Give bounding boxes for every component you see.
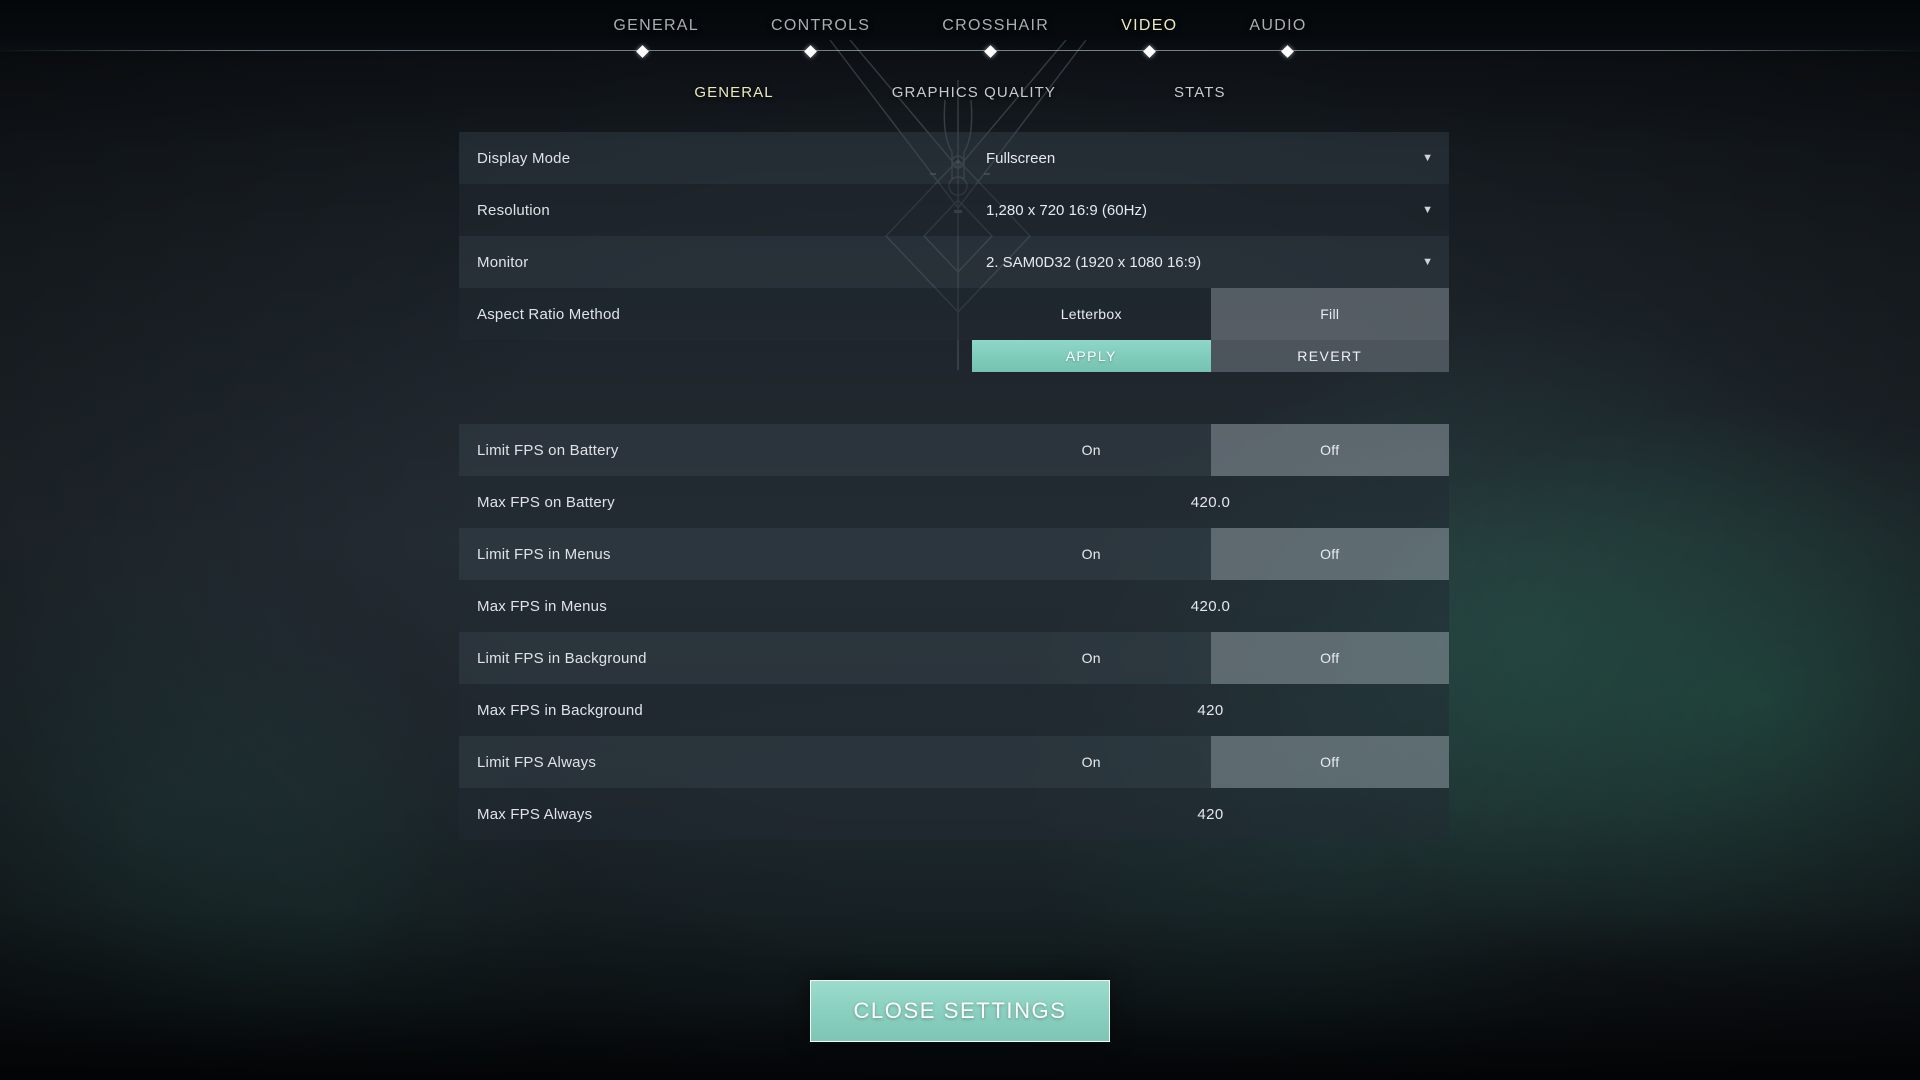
setting-control: 420.0 [972,476,1449,528]
dropdown-value: 1,280 x 720 16:9 (60Hz) [986,201,1147,219]
chevron-down-icon: ▼ [1422,203,1433,216]
setting-row-max-fps-on-battery: Max FPS on Battery 420.0 [459,476,1449,528]
max-fps-always-value[interactable]: 420 [972,788,1449,840]
limit-fps-always-on[interactable]: On [972,736,1211,788]
setting-label: Limit FPS Always [477,753,597,771]
setting-row-limit-fps-always: Limit FPS Always On Off [459,736,1449,788]
topnav-item-audio[interactable]: AUDIO [1241,17,1314,35]
settings-panel: Display Mode Fullscreen ▼ Resolution 1,2… [459,132,1449,840]
close-settings-wrap: CLOSE SETTINGS [810,980,1110,1042]
tab-graphics-quality[interactable]: GRAPHICS QUALITY [892,84,1056,101]
max-fps-in-menus-value[interactable]: 420.0 [972,580,1449,632]
setting-row-max-fps-in-background: Max FPS in Background 420 [459,684,1449,736]
setting-control: On Off [972,528,1449,580]
apply-button[interactable]: APPLY [972,340,1211,372]
setting-control: On Off [972,736,1449,788]
setting-row-display-mode: Display Mode Fullscreen ▼ [459,132,1449,184]
setting-control: 420 [972,684,1449,736]
setting-control: 2. SAM0D32 (1920 x 1080 16:9) ▼ [972,236,1449,288]
setting-label: Monitor [477,253,529,271]
limit-fps-in-menus-off[interactable]: Off [1210,528,1449,580]
dropdown-value: 2. SAM0D32 (1920 x 1080 16:9) [986,253,1202,271]
valorant-settings-screen: GENERAL CONTROLS CROSSHAIR VIDEO AUDIO G… [0,0,1920,1080]
limit-fps-on-battery-off[interactable]: Off [1210,424,1449,476]
chevron-down-icon: ▼ [1422,151,1433,164]
close-settings-button[interactable]: CLOSE SETTINGS [810,980,1110,1042]
setting-row-aspect-ratio-method: Aspect Ratio Method Letterbox Fill [459,288,1449,340]
setting-row-limit-fps-on-battery: Limit FPS on Battery On Off [459,424,1449,476]
setting-label: Max FPS Always [477,805,593,823]
diamond-marker-crosshair [983,44,997,58]
setting-control: Letterbox Fill [972,288,1449,340]
setting-control: 420 [972,788,1449,840]
setting-label: Max FPS in Menus [477,597,607,615]
apply-revert-row: APPLY REVERT [972,340,1449,372]
aspect-ratio-option-letterbox[interactable]: Letterbox [972,288,1211,340]
diamond-marker-controls [803,44,817,58]
limit-fps-in-menus-on[interactable]: On [972,528,1211,580]
monitor-dropdown[interactable]: 2. SAM0D32 (1920 x 1080 16:9) ▼ [972,236,1449,288]
sub-tab-bar: GENERAL GRAPHICS QUALITY STATS [0,78,1920,106]
fps-settings-group: Limit FPS on Battery On Off Max FPS on B… [459,424,1449,840]
nav-diamond-markers [0,44,1920,58]
setting-control: 420.0 [972,580,1449,632]
chevron-down-icon: ▼ [1422,255,1433,268]
revert-button[interactable]: REVERT [1210,340,1449,372]
topnav-item-crosshair[interactable]: CROSSHAIR [934,17,1057,35]
setting-control: On Off [972,632,1449,684]
diamond-marker-video [1142,44,1156,58]
setting-label: Aspect Ratio Method [477,305,621,323]
limit-fps-in-background-off[interactable]: Off [1210,632,1449,684]
max-fps-on-battery-value[interactable]: 420.0 [972,476,1449,528]
display-mode-dropdown[interactable]: Fullscreen ▼ [972,132,1449,184]
diamond-marker-general [635,44,649,58]
setting-control: On Off [972,424,1449,476]
setting-row-limit-fps-in-menus: Limit FPS in Menus On Off [459,528,1449,580]
setting-control: Fullscreen ▼ [972,132,1449,184]
resolution-dropdown[interactable]: 1,280 x 720 16:9 (60Hz) ▼ [972,184,1449,236]
setting-row-limit-fps-in-background: Limit FPS in Background On Off [459,632,1449,684]
limit-fps-on-battery-on[interactable]: On [972,424,1211,476]
tab-general[interactable]: GENERAL [694,84,773,101]
dropdown-value: Fullscreen [986,149,1056,167]
setting-row-max-fps-always: Max FPS Always 420 [459,788,1449,840]
display-settings-group: Display Mode Fullscreen ▼ Resolution 1,2… [459,132,1449,372]
max-fps-in-background-value[interactable]: 420 [972,684,1449,736]
setting-label: Max FPS on Battery [477,493,615,511]
topnav-item-general[interactable]: GENERAL [605,17,707,35]
setting-row-resolution: Resolution 1,280 x 720 16:9 (60Hz) ▼ [459,184,1449,236]
setting-row-monitor: Monitor 2. SAM0D32 (1920 x 1080 16:9) ▼ [459,236,1449,288]
setting-label: Resolution [477,201,550,219]
setting-label: Display Mode [477,149,571,167]
setting-row-max-fps-in-menus: Max FPS in Menus 420.0 [459,580,1449,632]
setting-label: Limit FPS in Background [477,649,647,667]
setting-label: Limit FPS in Menus [477,545,611,563]
aspect-ratio-option-fill[interactable]: Fill [1210,288,1449,340]
setting-label: Limit FPS on Battery [477,441,619,459]
limit-fps-always-off[interactable]: Off [1210,736,1449,788]
topnav-item-controls[interactable]: CONTROLS [763,17,878,35]
topnav-item-video[interactable]: VIDEO [1113,17,1185,35]
diamond-marker-audio [1280,44,1294,58]
tab-stats[interactable]: STATS [1174,84,1226,101]
setting-label: Max FPS in Background [477,701,643,719]
setting-control: 1,280 x 720 16:9 (60Hz) ▼ [972,184,1449,236]
limit-fps-in-background-on[interactable]: On [972,632,1211,684]
